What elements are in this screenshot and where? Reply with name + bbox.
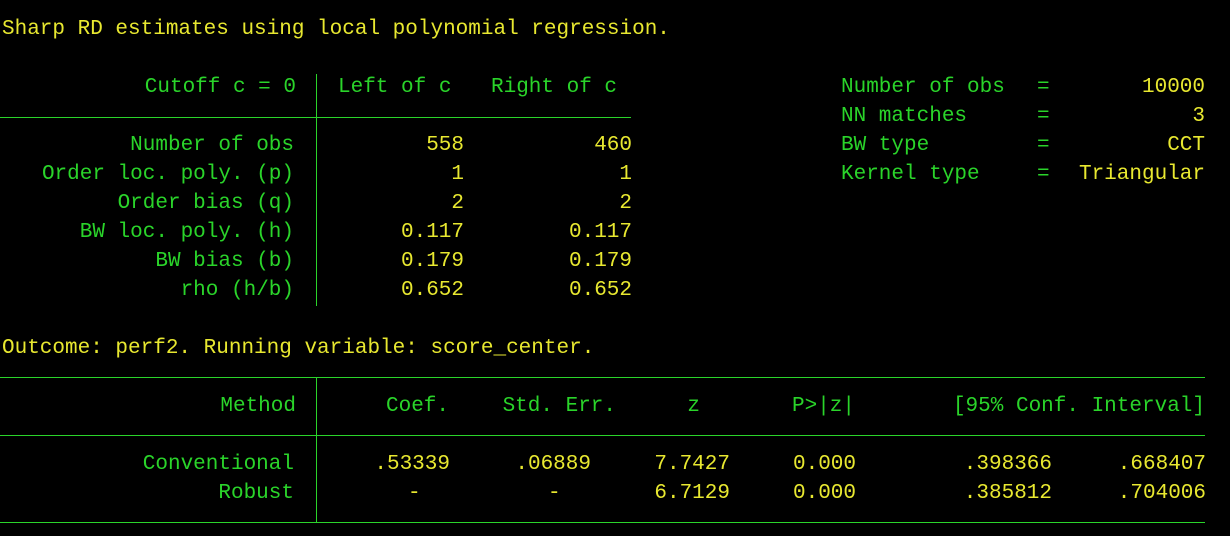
stat-label: Kernel type: [841, 163, 980, 186]
row-right-value: 0.179: [568, 250, 632, 273]
row-right-value: 2: [619, 192, 632, 215]
coef-cell: -: [408, 482, 421, 505]
stat-label: Number of obs: [841, 76, 1005, 99]
ci-high-cell: .668407: [1117, 453, 1206, 476]
stat-value: 3: [1192, 105, 1205, 128]
right-of-c-header: Right of c: [491, 76, 618, 99]
row-left-value: 1: [451, 163, 464, 186]
results-top-rule: [0, 377, 1205, 378]
ci-header: [95% Conf. Interval]: [952, 395, 1205, 418]
results-header-rule: [0, 435, 1205, 436]
row-label: BW bias (b): [155, 250, 294, 273]
stat-value: Triangular: [1078, 163, 1205, 186]
row-label: rho (h/b): [180, 279, 294, 302]
ci-low-cell: .398366: [963, 453, 1052, 476]
row-label: Number of obs: [130, 134, 294, 157]
row-left-value: 0.179: [400, 250, 464, 273]
stat-equals: =: [1037, 134, 1050, 157]
row-left-value: 2: [451, 192, 464, 215]
row-right-value: 460: [594, 134, 632, 157]
z-header: z: [687, 395, 700, 418]
left-of-c-header: Left of c: [338, 76, 452, 99]
method-cell: Conventional: [142, 453, 294, 476]
row-left-value: 0.652: [400, 279, 464, 302]
results-vertical-divider: [316, 377, 317, 523]
ci-low-cell: .385812: [963, 482, 1052, 505]
stata-results-window: Sharp RD estimates using local polynomia…: [0, 0, 1230, 536]
outcome-line: Outcome: perf2. Running variable: score_…: [2, 337, 595, 360]
row-left-value: 0.117: [400, 221, 464, 244]
row-left-value: 558: [426, 134, 464, 157]
output-title: Sharp RD estimates using local polynomia…: [2, 18, 670, 41]
stat-equals: =: [1037, 163, 1050, 186]
row-right-value: 0.117: [568, 221, 632, 244]
stat-value: CCT: [1167, 134, 1205, 157]
stderr-cell: .06889: [515, 453, 591, 476]
p-cell: 0.000: [792, 482, 856, 505]
stat-label: NN matches: [841, 105, 968, 128]
coef-header: Coef.: [385, 395, 449, 418]
row-label: BW loc. poly. (h): [79, 221, 294, 244]
row-right-value: 0.652: [568, 279, 632, 302]
left-table-vertical-divider: [316, 74, 317, 306]
stat-label: BW type: [841, 134, 930, 157]
stderr-cell: -: [548, 482, 561, 505]
method-cell: Robust: [218, 482, 294, 505]
row-label: Order bias (q): [117, 192, 294, 215]
cutoff-header: Cutoff c = 0: [144, 76, 296, 99]
coef-cell: .53339: [374, 453, 450, 476]
stderr-header: Std. Err.: [502, 395, 616, 418]
stat-equals: =: [1037, 76, 1050, 99]
row-right-value: 1: [619, 163, 632, 186]
ci-high-cell: .704006: [1117, 482, 1206, 505]
z-cell: 6.7129: [654, 482, 730, 505]
left-table-header-rule: [0, 117, 631, 118]
p-cell: 0.000: [792, 453, 856, 476]
p-header: P>|z|: [791, 395, 855, 418]
stat-equals: =: [1037, 105, 1050, 128]
stat-value: 10000: [1141, 76, 1205, 99]
results-bottom-rule: [0, 522, 1205, 523]
method-header: Method: [220, 395, 296, 418]
z-cell: 7.7427: [654, 453, 730, 476]
row-label: Order loc. poly. (p): [41, 163, 294, 186]
